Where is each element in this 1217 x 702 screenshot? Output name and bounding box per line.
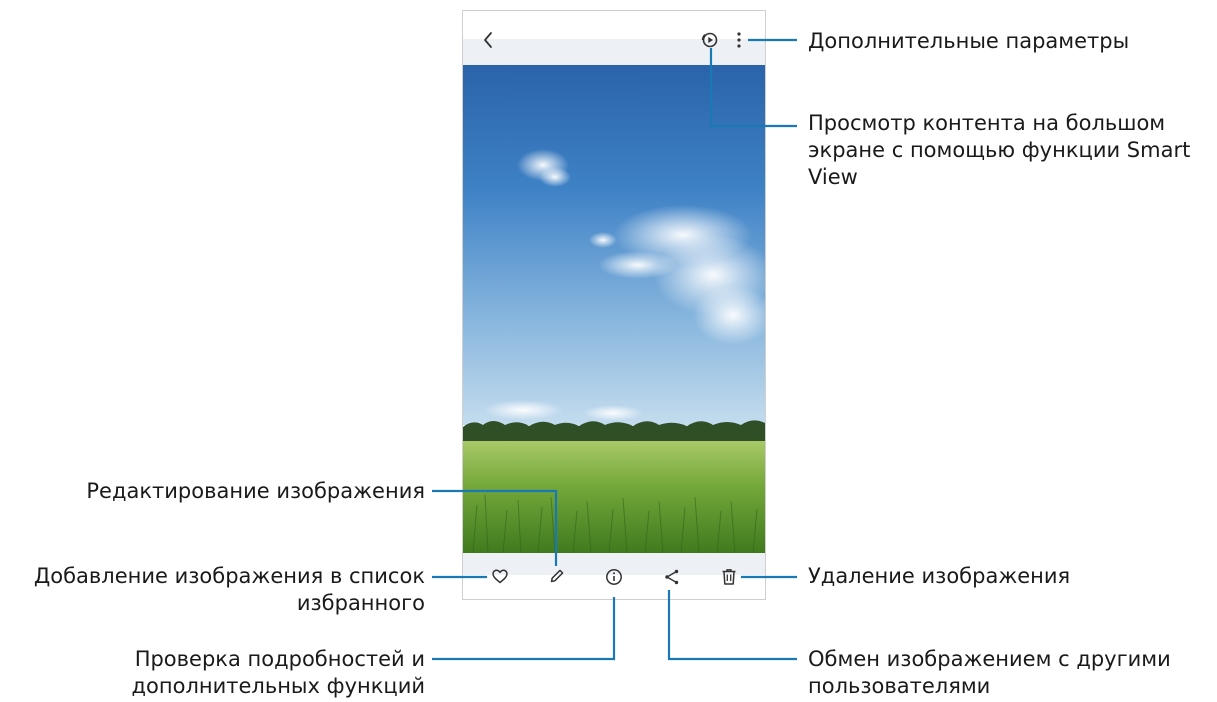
callout-text: Редактирование изображения [86,479,425,503]
callout-line: экране с помощью функции Smart [808,138,1191,162]
callout-details: Проверка подробностей и дополнительных ф… [132,646,426,700]
leader-line-share [667,590,797,661]
callout-text: Удаление изображения [808,564,1071,588]
callout-delete: Удаление изображения [808,563,1070,590]
callout-text: Дополнительные параметры [808,29,1130,53]
callout-line: избранного [296,591,425,615]
callout-favorite: Добавление изображения в список избранно… [34,563,425,617]
leader-line-details [432,597,616,661]
leader-line-smart-view [709,48,797,128]
callout-edit: Редактирование изображения [86,478,425,505]
leader-line-edit [432,489,558,566]
callout-line: View [808,165,858,189]
callout-line: Просмотр контента на большом [808,111,1166,135]
callout-more-options: Дополнительные параметры [808,28,1129,55]
callout-smart-view: Просмотр контента на большом экране с по… [808,110,1190,191]
callout-line: Обмен изображением с другими [808,647,1171,671]
callout-line: Добавление изображения в список [33,564,425,588]
callout-line: Проверка подробностей и [134,647,425,671]
callout-line: дополнительных функций [131,674,426,698]
callout-line: пользователями [808,674,991,698]
callout-share: Обмен изображением с другими пользовател… [808,646,1171,700]
